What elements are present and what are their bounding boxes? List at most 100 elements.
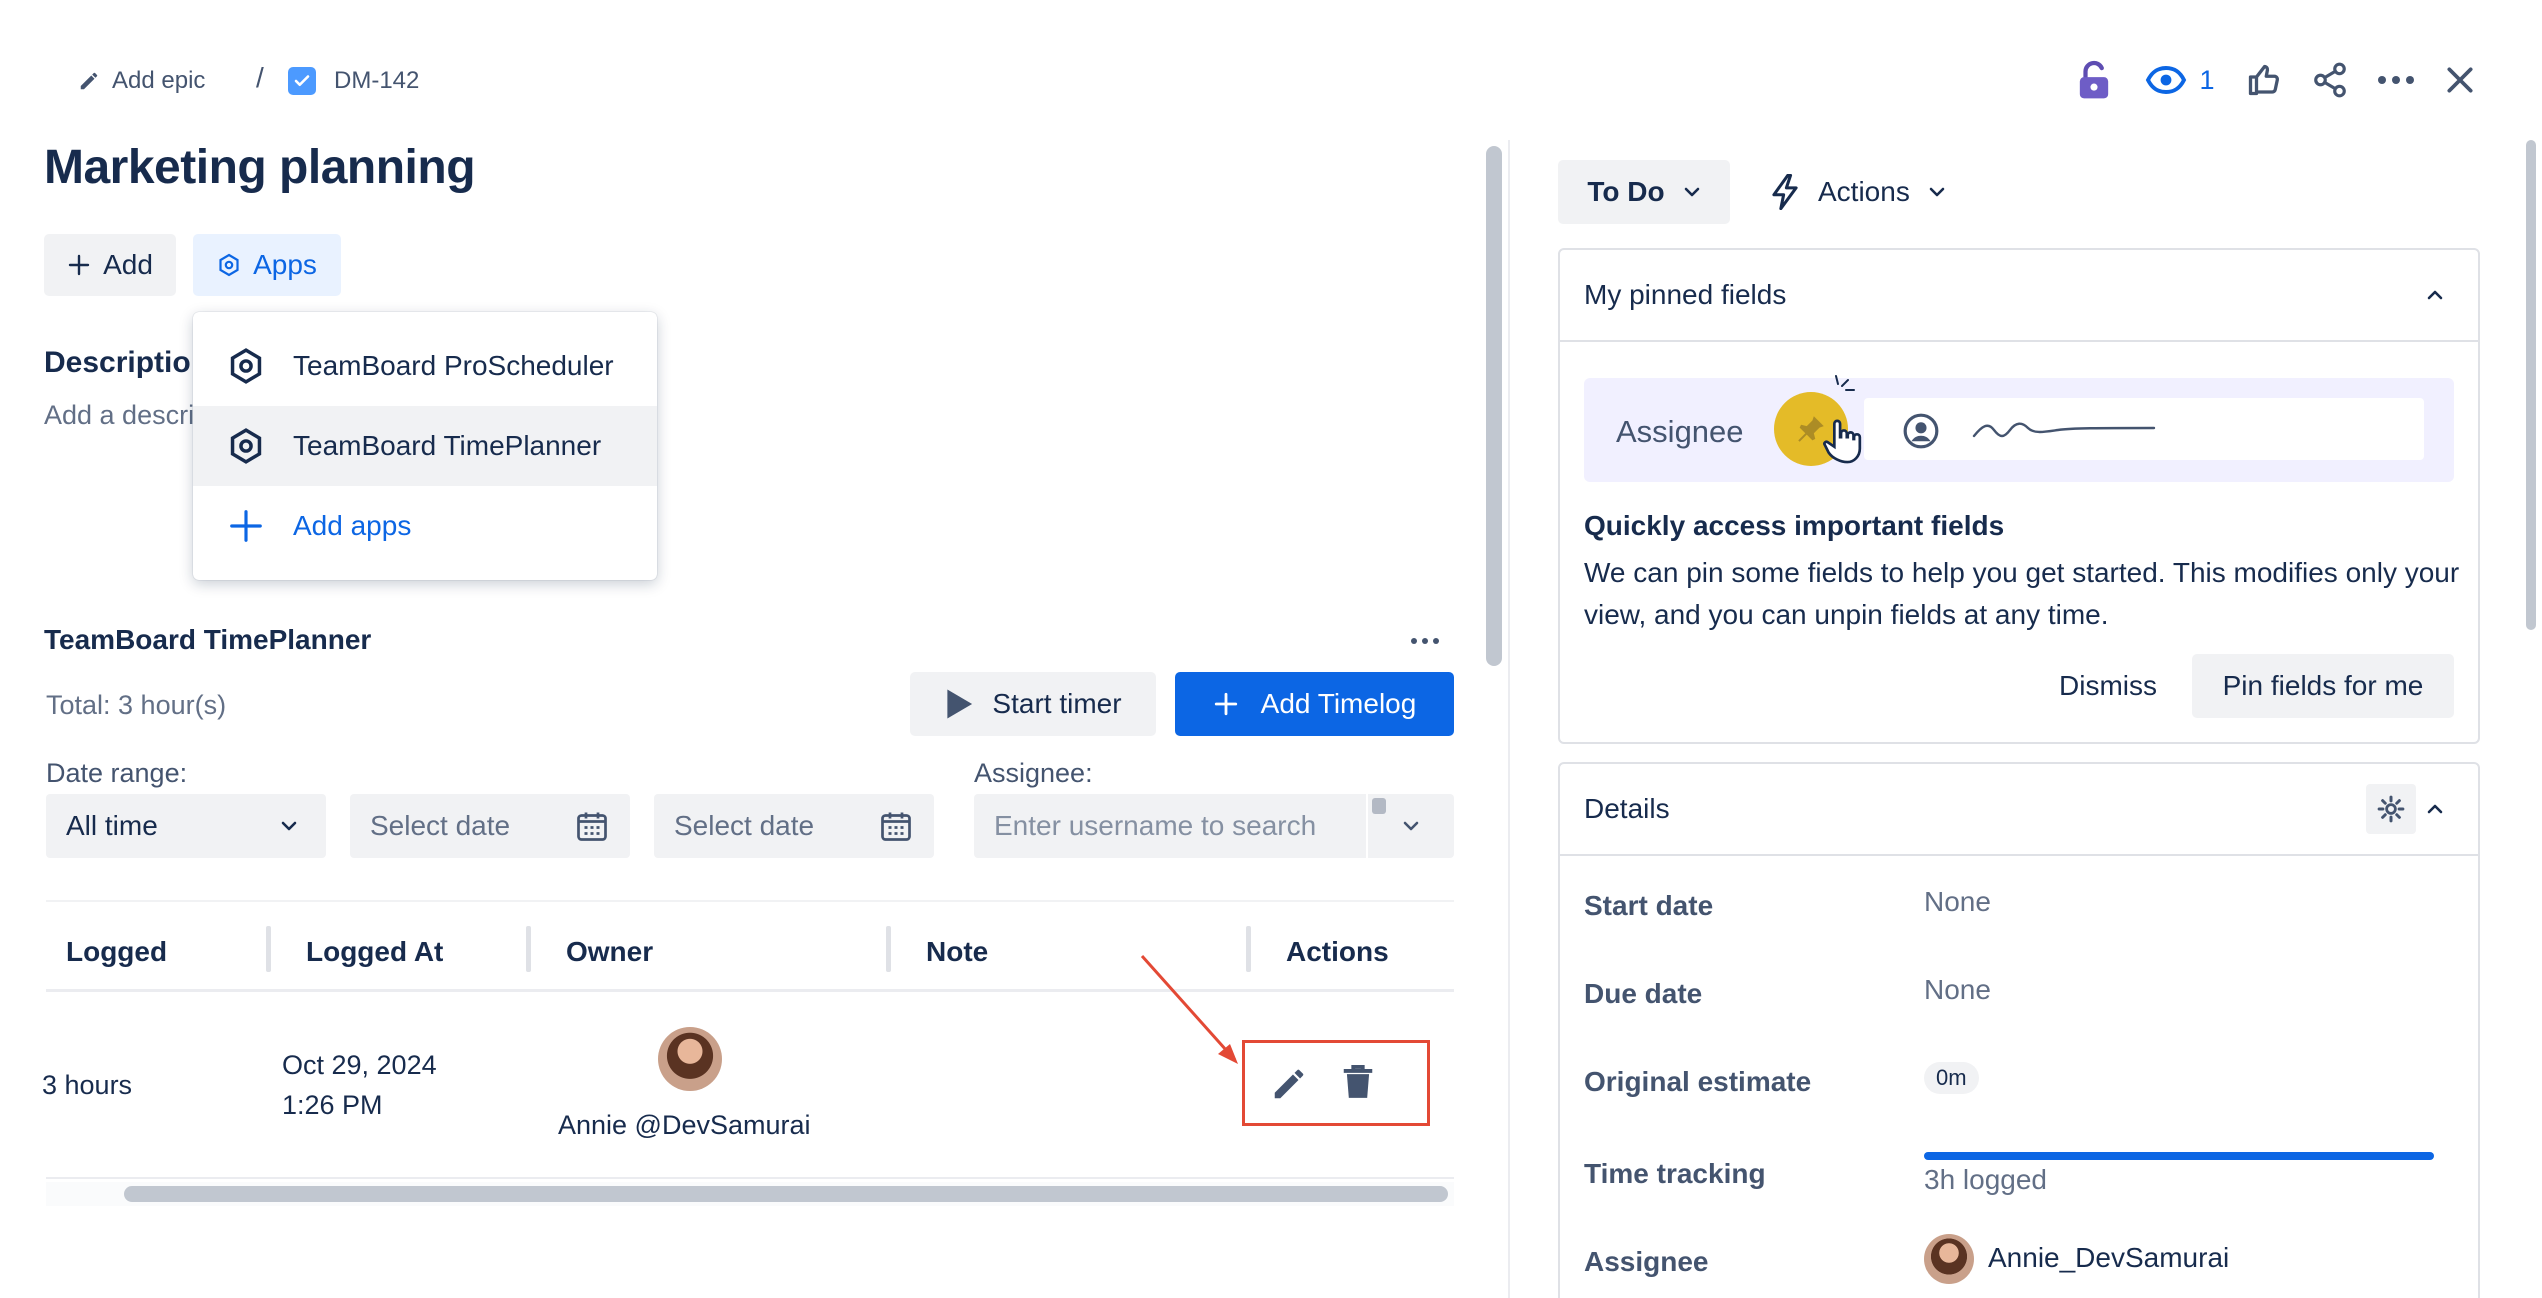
issue-key-link[interactable]: DM-142 — [288, 64, 419, 98]
apps-button-label: Apps — [253, 249, 317, 280]
pinned-fields-header[interactable]: My pinned fields — [1560, 250, 2478, 342]
app-hexagon-icon — [230, 428, 262, 464]
top-bar: Add epic / DM-142 1 — [0, 0, 2542, 160]
chevron-down-icon — [1929, 187, 1945, 197]
pencil-icon — [80, 72, 98, 90]
restrictions-button[interactable] — [2072, 56, 2116, 104]
assignee-search-placeholder: Enter username to search — [994, 810, 1317, 841]
pin-fields-button[interactable]: Pin fields for me — [2192, 654, 2454, 718]
panel-divider — [1508, 140, 1510, 1298]
plus-icon — [1214, 692, 1237, 716]
assignee-value[interactable]: Annie_DevSamurai — [1988, 1242, 2229, 1274]
add-epic-link[interactable]: Add epic — [78, 64, 205, 98]
left-panel-scrollbar[interactable] — [1486, 146, 1502, 666]
table-scroll-thumb[interactable] — [124, 1186, 1448, 1202]
status-label: To Do — [1587, 176, 1665, 207]
add-epic-label: Add epic — [112, 67, 206, 94]
assignee-dropdown-toggle[interactable] — [1368, 820, 1454, 832]
menu-item-label: Add apps — [293, 510, 412, 541]
details-header[interactable]: Details — [1560, 764, 2478, 856]
column-owner: Owner — [566, 936, 654, 967]
due-date-label: Due date — [1584, 978, 1703, 1009]
close-icon — [2447, 67, 2473, 93]
details-title: Details — [1584, 793, 1670, 824]
total-hours: Total: 3 hour(s) — [46, 690, 227, 720]
assignee-search-input[interactable]: Enter username to search — [974, 794, 1454, 858]
watch-count: 1 — [2199, 64, 2215, 95]
play-icon — [947, 689, 973, 719]
pinned-fields-panel: My pinned fields Assignee Quickly access… — [1558, 248, 2480, 744]
input-scroll-knob — [1372, 798, 1386, 814]
actions-label: Actions — [1818, 176, 1910, 207]
column-note: Note — [926, 936, 989, 967]
issue-key: DM-142 — [334, 67, 420, 94]
details-settings-button[interactable] — [2366, 784, 2416, 834]
date-range-label: Date range: — [46, 758, 188, 788]
apps-button[interactable]: Apps — [193, 234, 341, 296]
timeplanner-heading: TeamBoard TimePlanner — [44, 624, 372, 655]
share-button[interactable] — [2308, 56, 2352, 104]
status-dropdown-button[interactable]: To Do — [1558, 160, 1730, 224]
breadcrumb-separator: / — [256, 62, 264, 93]
original-estimate-label: Original estimate — [1584, 1066, 1812, 1097]
add-timelog-button[interactable]: Add Timelog — [1175, 672, 1454, 736]
unlock-icon — [2079, 60, 2109, 99]
pin-description: We can pin some fields to help you get s… — [1584, 557, 2460, 630]
menu-item-label: TeamBoard ProScheduler — [293, 350, 614, 381]
avatar — [1924, 1234, 1974, 1284]
avatar — [658, 1027, 722, 1091]
menu-item-add-apps[interactable]: Add apps — [193, 486, 657, 566]
user-circle-icon — [1903, 413, 1939, 449]
column-resizer[interactable] — [886, 926, 891, 972]
chevron-up-icon — [2427, 290, 2443, 300]
add-timelog-label: Add Timelog — [1260, 688, 1417, 719]
close-button[interactable] — [2438, 56, 2482, 104]
lightning-icon — [1772, 174, 1798, 210]
sparkle-marks — [1835, 375, 1855, 391]
calendar-icon — [577, 812, 607, 841]
pin-demo-label: Assignee — [1616, 414, 1744, 449]
timeplanner-more-button[interactable] — [1410, 620, 1440, 654]
original-estimate-value[interactable]: 0m — [1924, 1062, 1979, 1094]
column-actions: Actions — [1286, 936, 1389, 967]
cell-logged-at-date: Oct 29, 2024 — [282, 1050, 437, 1080]
issue-title[interactable]: Marketing planning — [44, 140, 476, 195]
start-date-placeholder: Select date — [370, 810, 511, 841]
cell-logged-at-time: 1:26 PM — [282, 1090, 383, 1120]
right-panel-scrollbar[interactable] — [2526, 140, 2536, 630]
time-tracking-bar[interactable] — [1924, 1152, 2434, 1160]
start-timer-button[interactable]: Start timer — [910, 672, 1156, 736]
cursor-hand-icon — [1823, 419, 1862, 464]
eye-icon — [2146, 66, 2187, 94]
column-resizer[interactable] — [266, 926, 271, 972]
watch-button[interactable]: 1 — [2138, 56, 2222, 104]
pin-illustration: Assignee — [1584, 375, 2454, 482]
menu-item-proscheduler[interactable]: TeamBoard ProScheduler — [193, 326, 657, 406]
start-date-picker[interactable]: Select date — [350, 794, 630, 858]
time-tracking-value: 3h logged — [1924, 1164, 2048, 1195]
start-date-value[interactable]: None — [1924, 886, 1991, 918]
app-hexagon-icon — [219, 253, 239, 277]
more-actions-button[interactable] — [2372, 56, 2420, 104]
date-range-select[interactable]: All time — [46, 794, 326, 858]
cell-owner: Annie @DevSamurai — [558, 1110, 811, 1140]
thumbs-up-icon — [2248, 64, 2279, 96]
add-button[interactable]: Add — [44, 234, 176, 296]
description-placeholder[interactable]: Add a descri — [44, 400, 194, 431]
menu-item-timeplanner[interactable]: TeamBoard TimePlanner — [193, 406, 657, 486]
column-resizer[interactable] — [526, 926, 531, 972]
cell-logged: 3 hours — [42, 1070, 133, 1100]
assignee-label: Assignee — [1584, 1246, 1709, 1277]
end-date-picker[interactable]: Select date — [654, 794, 934, 858]
description-heading: Descriptio — [44, 346, 191, 379]
due-date-value[interactable]: None — [1924, 974, 1991, 1006]
actions-highlight-box — [1242, 1040, 1430, 1126]
end-date-placeholder: Select date — [674, 810, 815, 841]
plus-icon — [68, 254, 90, 276]
dismiss-button[interactable]: Dismiss — [2030, 654, 2186, 718]
pinned-fields-title: My pinned fields — [1584, 279, 1787, 310]
actions-dropdown-button[interactable]: Actions — [1770, 160, 1966, 224]
chevron-down-icon — [1403, 821, 1419, 831]
like-button[interactable] — [2242, 56, 2286, 104]
checkbox-icon — [288, 67, 316, 95]
